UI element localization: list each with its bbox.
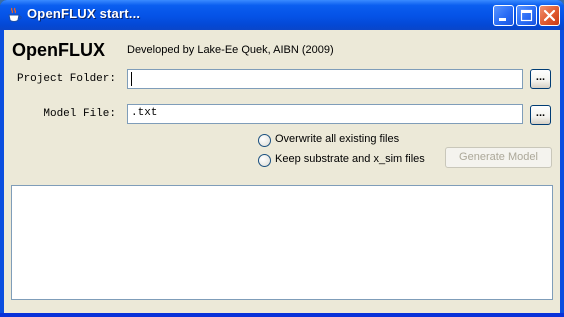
overwrite-files-label: Overwrite all existing files: [275, 133, 400, 145]
model-file-input[interactable]: .txt: [127, 104, 523, 124]
project-folder-label: Project Folder:: [16, 73, 116, 85]
text-caret: [131, 72, 132, 86]
window-title: OpenFLUX start...: [27, 6, 141, 21]
content-pane: OpenFLUX Developed by Lake-Ee Quek, AIBN…: [4, 30, 560, 313]
maximize-icon: [520, 9, 533, 22]
keep-substrate-label: Keep substrate and x_sim files: [275, 153, 425, 165]
java-cup-icon: [6, 7, 22, 23]
model-file-label: Model File:: [43, 108, 116, 120]
close-button[interactable]: [539, 5, 560, 26]
minimize-button[interactable]: [493, 5, 514, 26]
model-file-browse-button[interactable]: ...: [530, 105, 551, 125]
output-log-area[interactable]: [11, 185, 553, 300]
close-icon: [543, 9, 556, 22]
project-folder-browse-button[interactable]: ...: [530, 69, 551, 89]
generate-model-button[interactable]: Generate Model: [445, 147, 552, 168]
app-window: OpenFLUX start... OpenFLUX Developed by …: [0, 0, 564, 317]
title-bar[interactable]: OpenFLUX start...: [0, 0, 564, 30]
keep-substrate-radio[interactable]: [258, 154, 271, 167]
keep-substrate-option[interactable]: Keep substrate and x_sim files: [258, 153, 438, 169]
credit-text: Developed by Lake-Ee Quek, AIBN (2009): [127, 44, 334, 56]
overwrite-files-option[interactable]: Overwrite all existing files: [258, 133, 438, 149]
app-name-heading: OpenFLUX: [12, 40, 105, 60]
minimize-icon: [499, 18, 506, 21]
maximize-button[interactable]: [516, 5, 537, 26]
overwrite-files-radio[interactable]: [258, 134, 271, 147]
window-bottom-border: [0, 313, 564, 317]
project-folder-input[interactable]: [127, 69, 523, 89]
